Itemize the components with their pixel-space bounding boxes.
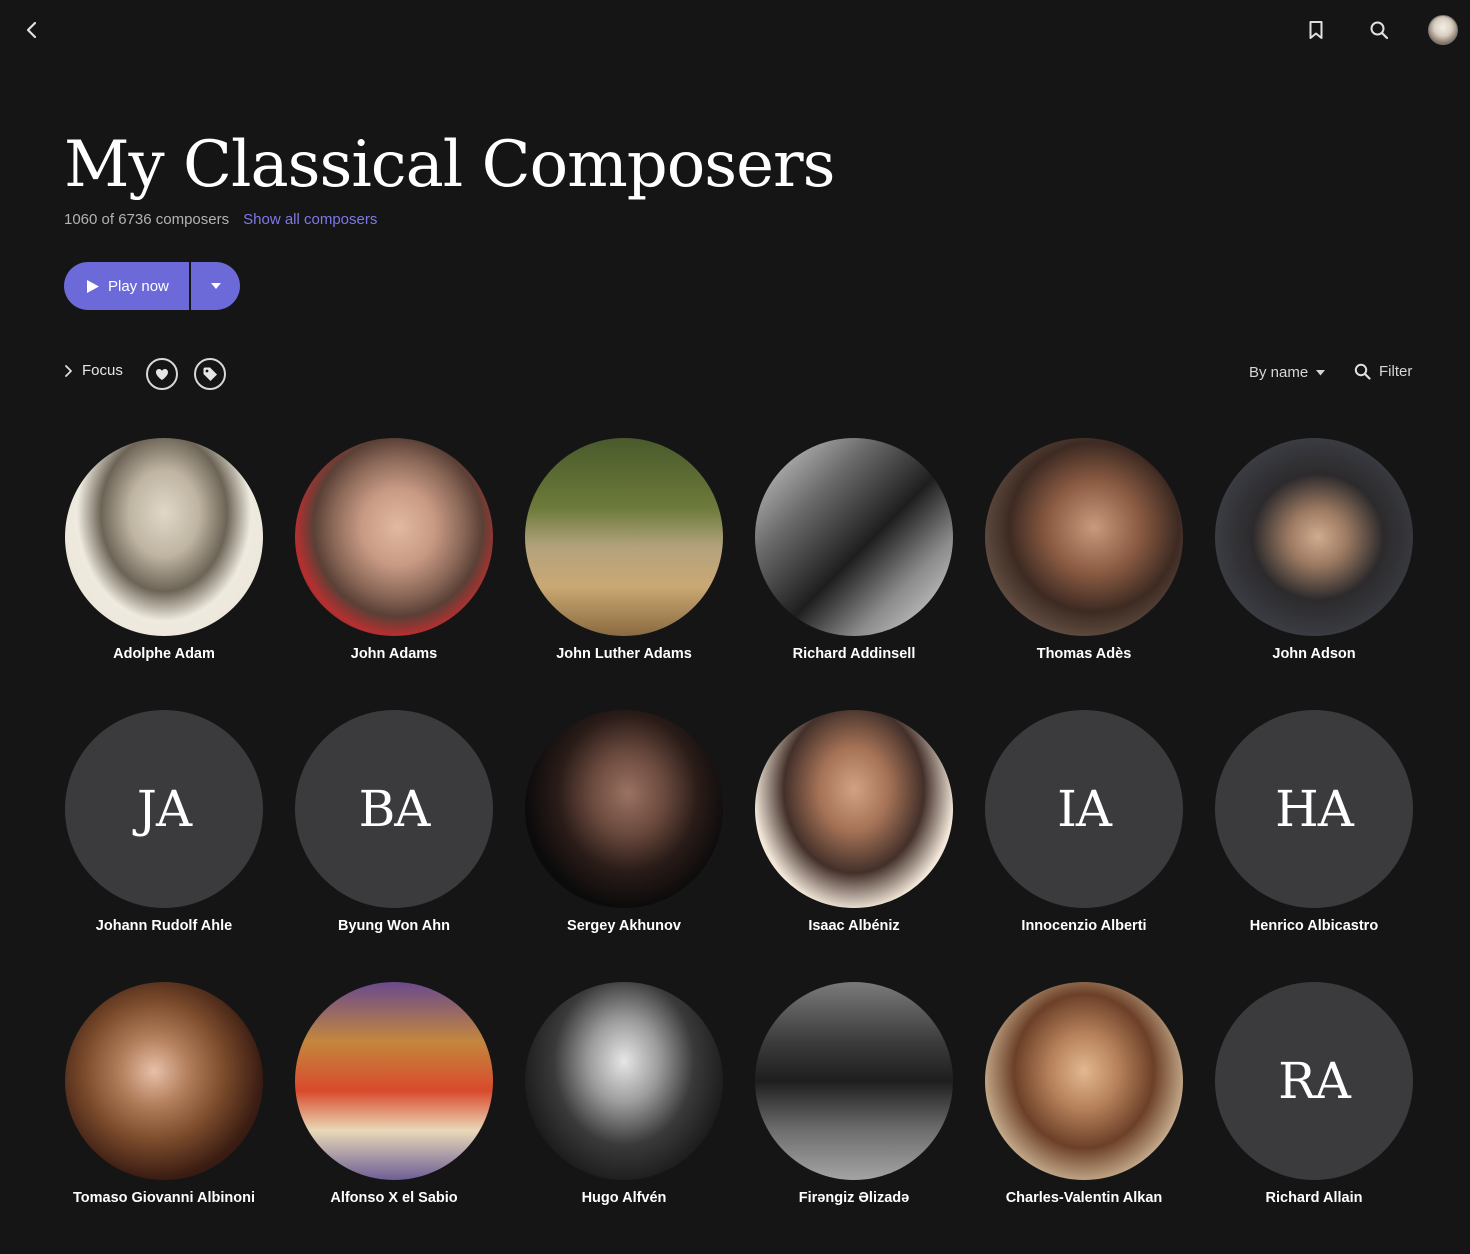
caret-down-icon	[1316, 369, 1326, 375]
composer-name: Tomaso Giovanni Albinoni	[72, 1190, 256, 1206]
search-button[interactable]	[1365, 16, 1393, 44]
composer-initials-avatar: IA	[985, 710, 1183, 908]
composer-initials: IA	[1057, 780, 1112, 838]
composer-name: Hugo Alfvén	[581, 1190, 667, 1206]
composer-initials-avatar: JA	[65, 710, 263, 908]
sort-label: By name	[1249, 364, 1309, 381]
focus-label: Focus	[82, 362, 123, 379]
composer-card[interactable]: John Luther Adams	[524, 438, 724, 710]
composer-card[interactable]: BA Byung Won Ahn	[294, 710, 494, 982]
composer-name: Charles-Valentin Alkan	[1005, 1190, 1163, 1206]
composer-name: John Adams	[350, 646, 438, 662]
composer-name: Adolphe Adam	[113, 646, 215, 662]
composer-portrait	[985, 982, 1183, 1180]
heart-icon	[156, 368, 168, 380]
composer-name: Johann Rudolf Ahle	[95, 918, 233, 934]
composer-card[interactable]: Tomaso Giovanni Albinoni	[64, 982, 264, 1254]
play-button-group: Play now	[64, 262, 240, 310]
composer-name: Innocenzio Alberti	[1021, 918, 1147, 934]
composer-name: Richard Allain	[1265, 1190, 1363, 1206]
composer-name: Henrico Albicastro	[1249, 918, 1379, 934]
chevron-left-icon	[26, 21, 37, 39]
show-all-composers-link[interactable]: Show all composers	[243, 211, 377, 228]
search-icon	[1370, 21, 1389, 40]
composer-portrait	[65, 982, 263, 1180]
back-button[interactable]	[18, 16, 46, 44]
composer-portrait	[755, 710, 953, 908]
composer-card[interactable]: HA Henrico Albicastro	[1214, 710, 1414, 982]
filter-toolbar: Focus By name Filter	[0, 356, 1470, 392]
chevron-right-icon	[65, 364, 72, 377]
user-avatar[interactable]	[1428, 15, 1458, 45]
tag-icon	[203, 367, 217, 381]
composer-initials: BA	[358, 780, 431, 838]
play-options-dropdown[interactable]	[191, 262, 240, 310]
composer-name: Thomas Adès	[1036, 646, 1132, 662]
composer-name: Richard Addinsell	[792, 646, 916, 662]
composer-grid: Adolphe Adam John Adams John Luther Adam…	[64, 438, 1414, 1254]
composer-card[interactable]: John Adson	[1214, 438, 1414, 710]
composer-initials-avatar: RA	[1215, 982, 1413, 1180]
bookmark-button[interactable]	[1302, 16, 1330, 44]
search-icon	[1354, 363, 1371, 380]
composer-name: Byung Won Ahn	[338, 918, 450, 934]
composer-initials: HA	[1275, 780, 1354, 838]
composer-portrait	[295, 438, 493, 636]
page-title: My Classical Composers	[64, 128, 835, 202]
composer-portrait	[525, 438, 723, 636]
composer-card[interactable]: Firəngiz Əlizadə	[754, 982, 954, 1254]
composer-card[interactable]: RA Richard Allain	[1214, 982, 1414, 1254]
composer-initials-avatar: BA	[295, 710, 493, 908]
composer-portrait	[1215, 438, 1413, 636]
focus-toggle[interactable]: Focus	[64, 362, 123, 379]
composer-card[interactable]: Adolphe Adam	[64, 438, 264, 710]
composer-card[interactable]: Thomas Adès	[984, 438, 1184, 710]
composer-portrait	[755, 438, 953, 636]
composer-card[interactable]: Charles-Valentin Alkan	[984, 982, 1184, 1254]
composer-portrait	[525, 982, 723, 1180]
filter-label: Filter	[1379, 363, 1413, 380]
composer-portrait	[985, 438, 1183, 636]
composer-card[interactable]: Isaac Albéniz	[754, 710, 954, 982]
composer-name: Firəngiz Əlizadə	[798, 1190, 910, 1206]
composer-card[interactable]: Alfonso X el Sabio	[294, 982, 494, 1254]
composer-portrait	[65, 438, 263, 636]
composer-card[interactable]: Richard Addinsell	[754, 438, 954, 710]
bookmark-icon	[1309, 21, 1323, 39]
composer-card[interactable]: JA Johann Rudolf Ahle	[64, 710, 264, 982]
composer-name: John Adson	[1272, 646, 1356, 662]
composer-card[interactable]: John Adams	[294, 438, 494, 710]
play-now-label: Play now	[108, 277, 169, 295]
filter-button[interactable]: Filter	[1354, 363, 1412, 380]
composer-card[interactable]: Sergey Akhunov	[524, 710, 724, 982]
composer-name: Sergey Akhunov	[567, 918, 681, 934]
sort-dropdown[interactable]: By name	[1249, 364, 1326, 381]
play-icon	[87, 279, 99, 293]
composer-initials: RA	[1278, 1052, 1351, 1110]
composer-count: 1060 of 6736 composers	[64, 211, 230, 228]
favorites-filter-button[interactable]	[146, 358, 178, 390]
top-bar	[0, 0, 1470, 60]
composer-initials-avatar: HA	[1215, 710, 1413, 908]
composer-portrait	[755, 982, 953, 1180]
caret-down-icon	[210, 283, 221, 289]
play-now-button[interactable]: Play now	[64, 262, 189, 310]
composer-count-line: 1060 of 6736 composers Show all composers	[64, 211, 377, 228]
composer-card[interactable]: Hugo Alfvén	[524, 982, 724, 1254]
composer-portrait	[295, 982, 493, 1180]
tags-filter-button[interactable]	[194, 358, 226, 390]
composer-name: John Luther Adams	[556, 646, 692, 662]
composer-name: Alfonso X el Sabio	[330, 1190, 458, 1206]
composer-initials: JA	[136, 780, 192, 838]
composer-name: Isaac Albéniz	[808, 918, 900, 934]
composer-portrait	[525, 710, 723, 908]
composer-card[interactable]: IA Innocenzio Alberti	[984, 710, 1184, 982]
